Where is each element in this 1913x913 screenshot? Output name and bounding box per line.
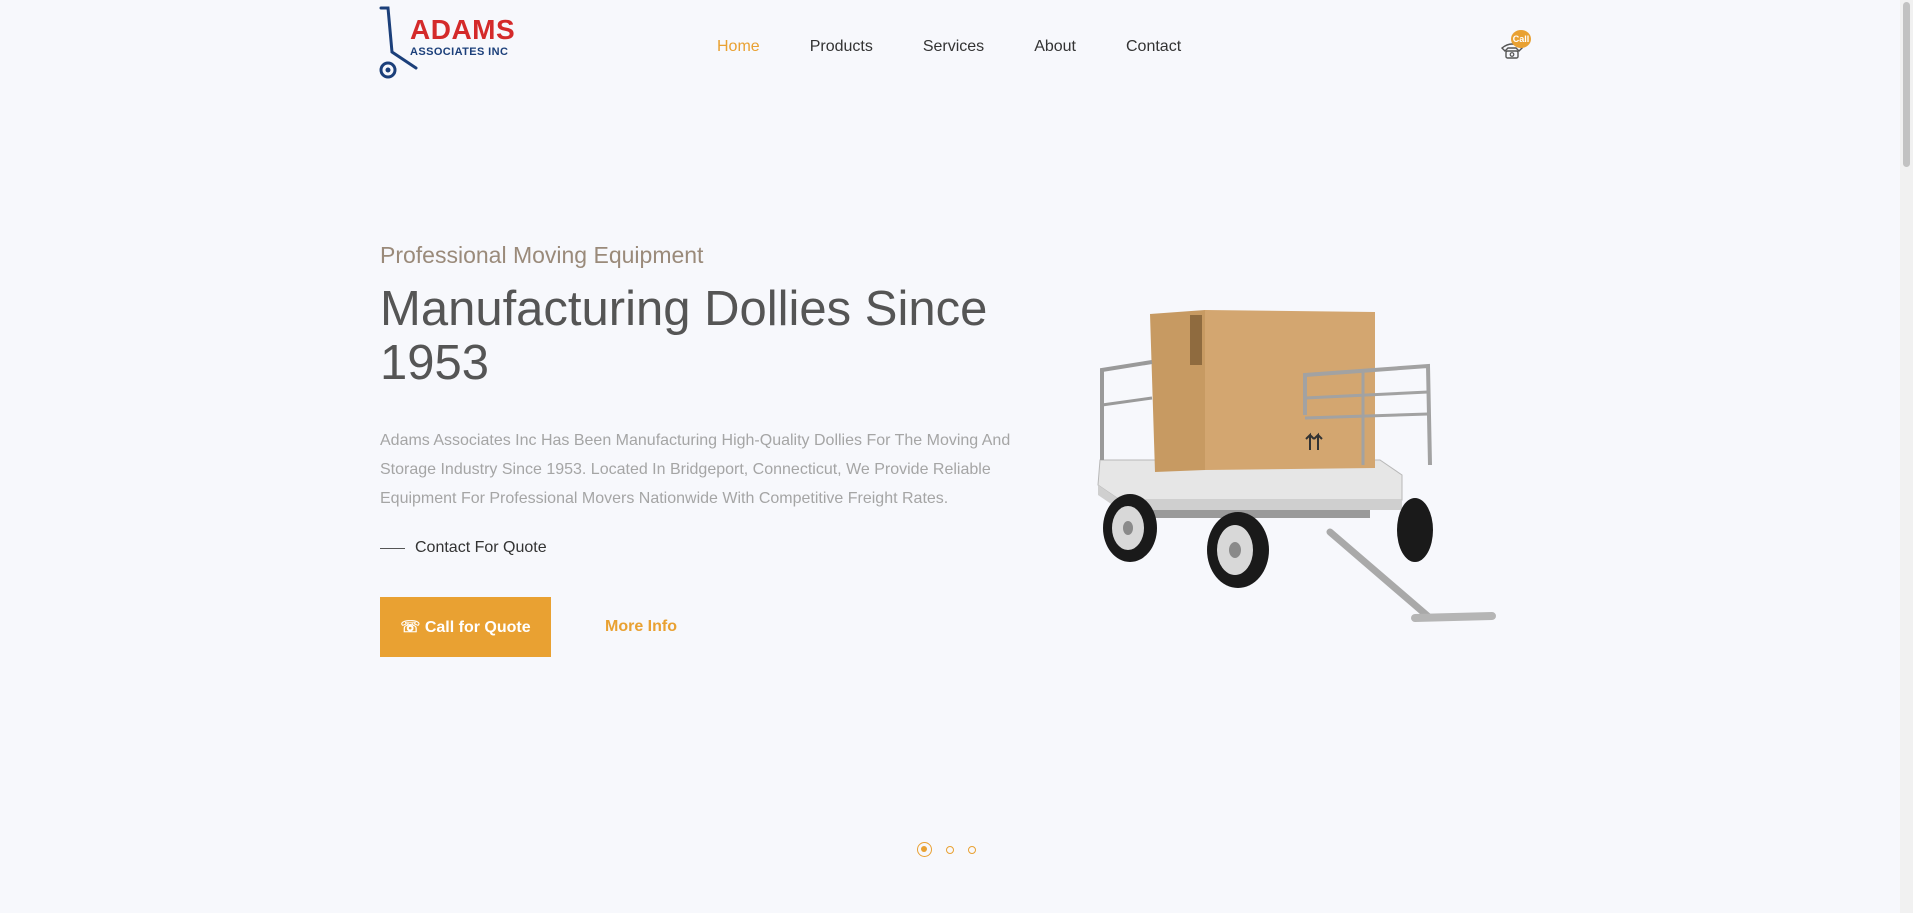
more-info-link[interactable]: More Info [605, 618, 677, 636]
brand-tagline: ASSOCIATES INC [410, 46, 509, 58]
call-for-quote-button[interactable]: ☏ Call for Quote [380, 597, 551, 657]
scrollbar-thumb[interactable] [1903, 2, 1910, 167]
cta-text[interactable]: Contact For Quote [415, 539, 547, 557]
slide-dot-1[interactable] [917, 842, 932, 857]
site-header: ADAMS ASSOCIATES INC Home Products Servi… [0, 0, 1900, 100]
slide-dot-3[interactable] [968, 845, 976, 854]
slider-pagination [917, 842, 990, 857]
brand-logo[interactable]: ADAMS ASSOCIATES INC [378, 6, 518, 80]
nav-contact[interactable]: Contact [1126, 38, 1181, 56]
nav-products[interactable]: Products [810, 38, 873, 56]
hero-description: Adams Associates Inc Has Been Manufactur… [380, 432, 1011, 507]
nav-services[interactable]: Services [923, 38, 984, 56]
brand-name: ADAMS [410, 14, 516, 45]
nav-about[interactable]: About [1034, 38, 1076, 56]
hero-eyebrow: Professional Moving Equipment [380, 242, 704, 268]
call-badge[interactable]: Call [1511, 30, 1531, 48]
nav-home[interactable]: Home [717, 38, 760, 56]
slide-dot-2[interactable] [946, 845, 954, 854]
main-nav: Home Products Services About Contact [717, 38, 1231, 56]
cta-line: Contact For Quote [380, 539, 1040, 557]
hero-section: Professional Moving Equipment Manufactur… [380, 240, 1040, 657]
platform-dolly-image [1097, 310, 1496, 622]
cta-dash [380, 547, 405, 549]
hero-headline: Manufacturing Dollies Since 1953 [380, 282, 988, 390]
hero-buttons: ☏ Call for Quote More Info [380, 597, 1040, 657]
page-scrollbar[interactable] [1900, 0, 1913, 913]
